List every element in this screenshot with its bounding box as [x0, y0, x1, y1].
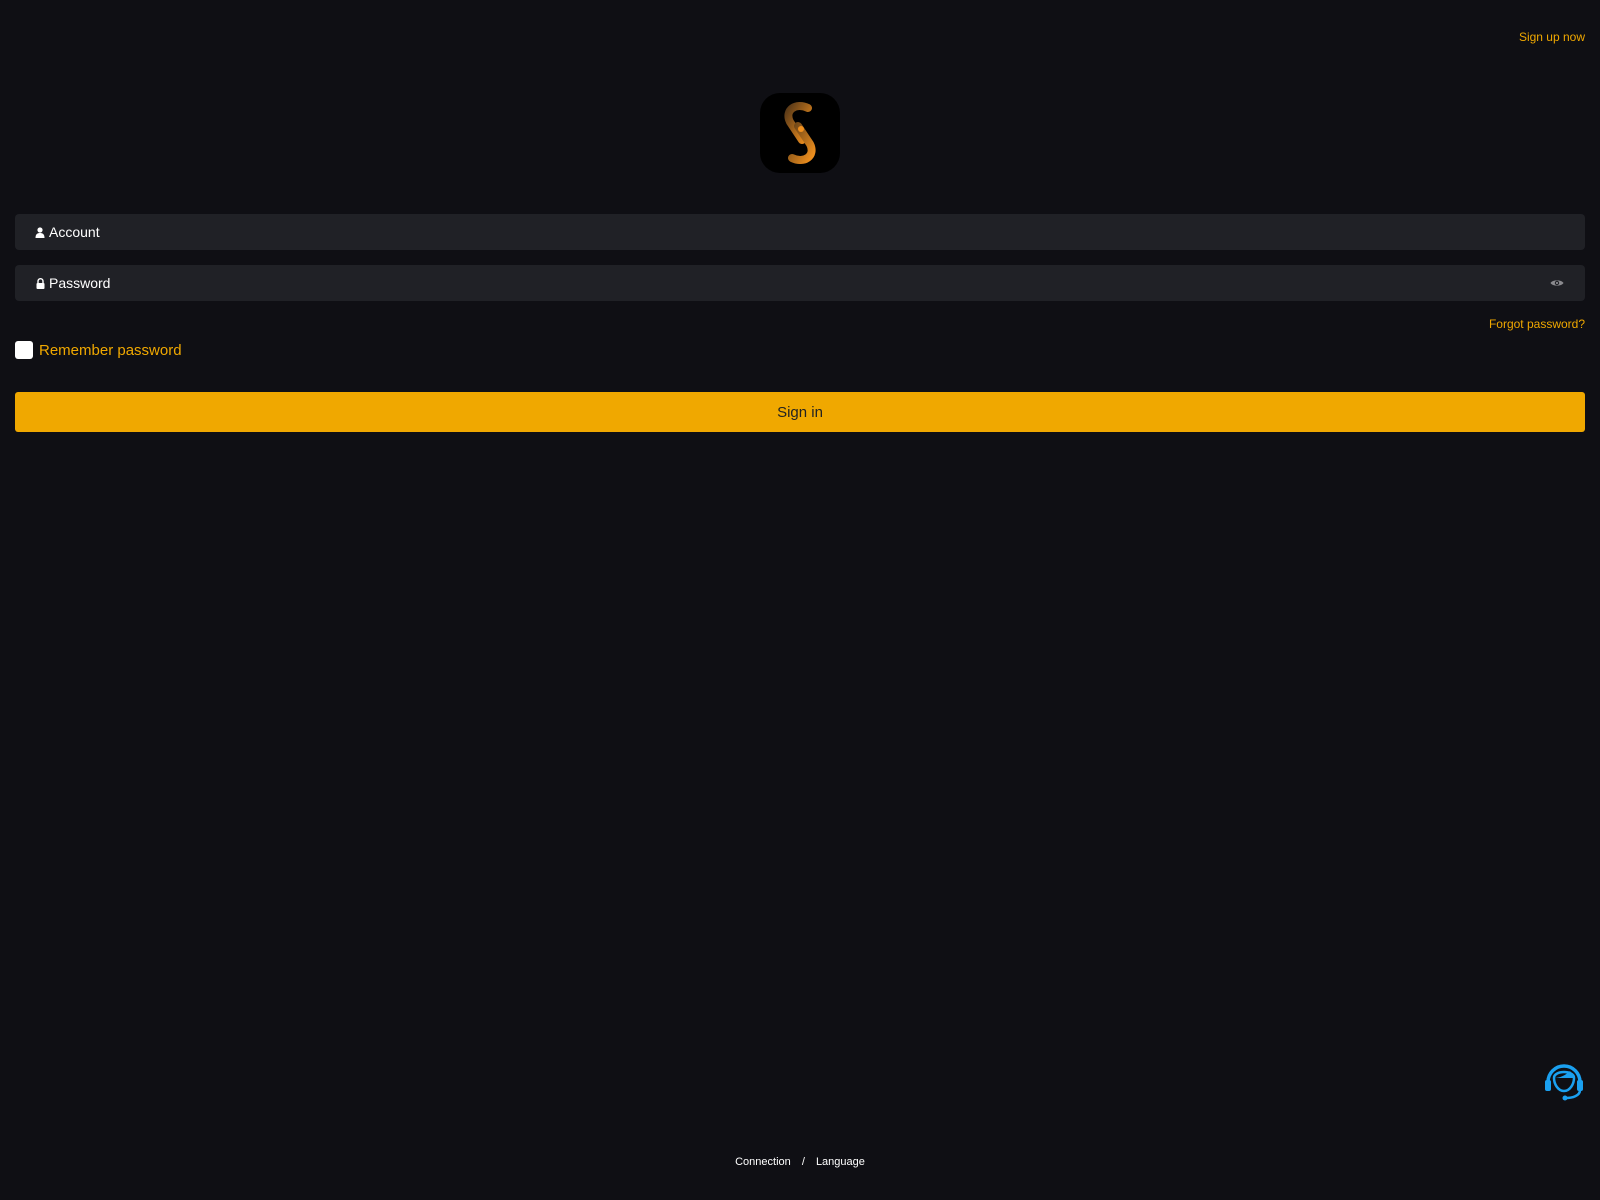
eye-icon[interactable] [1549, 277, 1565, 289]
customer-support-button[interactable] [1542, 1058, 1586, 1102]
language-link[interactable]: Language [816, 1156, 865, 1168]
password-field[interactable] [15, 265, 1585, 301]
sign-in-button[interactable]: Sign in [15, 392, 1585, 432]
s-link-logo-icon [784, 101, 816, 165]
footer-separator: / [801, 1156, 805, 1168]
account-field[interactable] [15, 214, 1585, 250]
account-input[interactable] [49, 224, 1565, 240]
remember-label: Remember password [39, 341, 182, 359]
login-page: Sign up now Account Forgot password? Rem… [0, 0, 1600, 1200]
headset-icon [1545, 1064, 1583, 1101]
user-icon [35, 226, 45, 238]
footer: Connection / Language [0, 1156, 1600, 1168]
remember-password-toggle[interactable]: Remember password [15, 341, 182, 359]
signup-link[interactable]: Sign up now [1519, 30, 1585, 44]
lock-icon [35, 277, 45, 289]
connection-link[interactable]: Connection [735, 1156, 791, 1168]
remember-checkbox[interactable] [15, 341, 33, 359]
app-logo [760, 93, 840, 173]
password-input[interactable] [49, 275, 1549, 291]
forgot-password-link[interactable]: Forgot password? [1489, 317, 1585, 331]
